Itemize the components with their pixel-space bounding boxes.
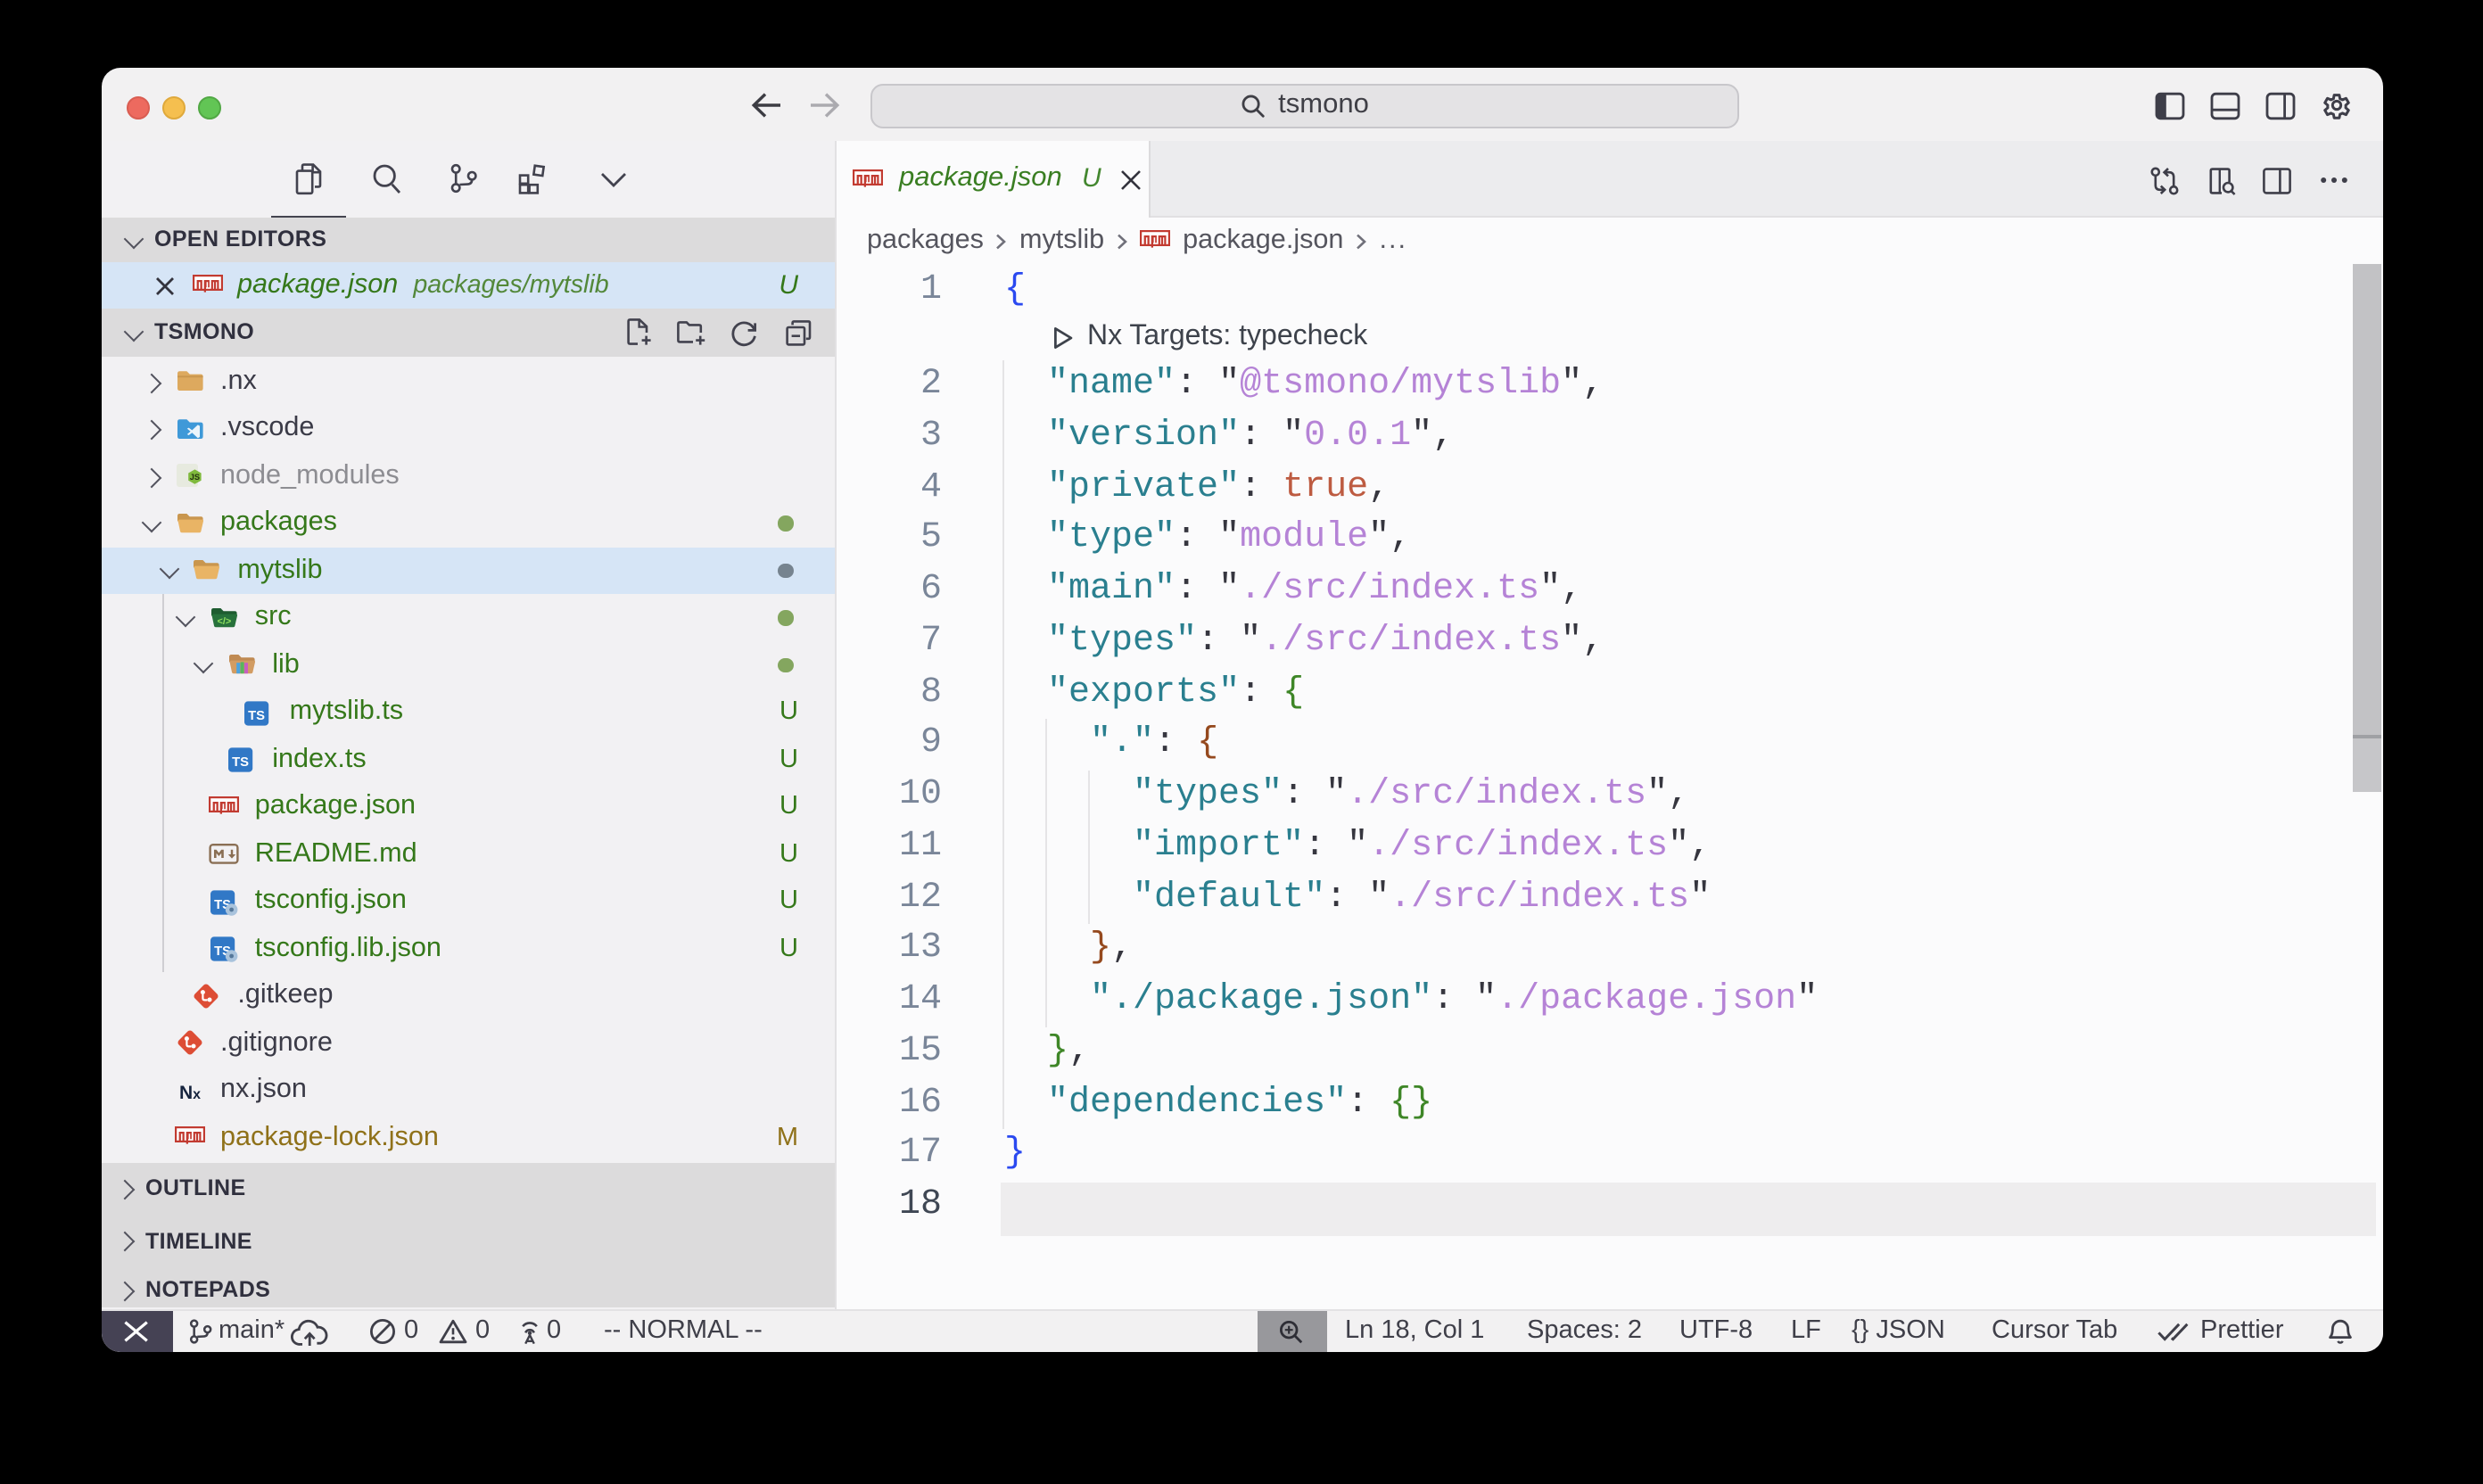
svg-text:JS: JS <box>189 474 199 482</box>
svg-text:TS: TS <box>231 756 248 771</box>
svg-text:TS: TS <box>249 709 266 723</box>
svg-text:Nx: Nx <box>178 1083 200 1103</box>
svg-text:</>: </> <box>217 616 231 627</box>
